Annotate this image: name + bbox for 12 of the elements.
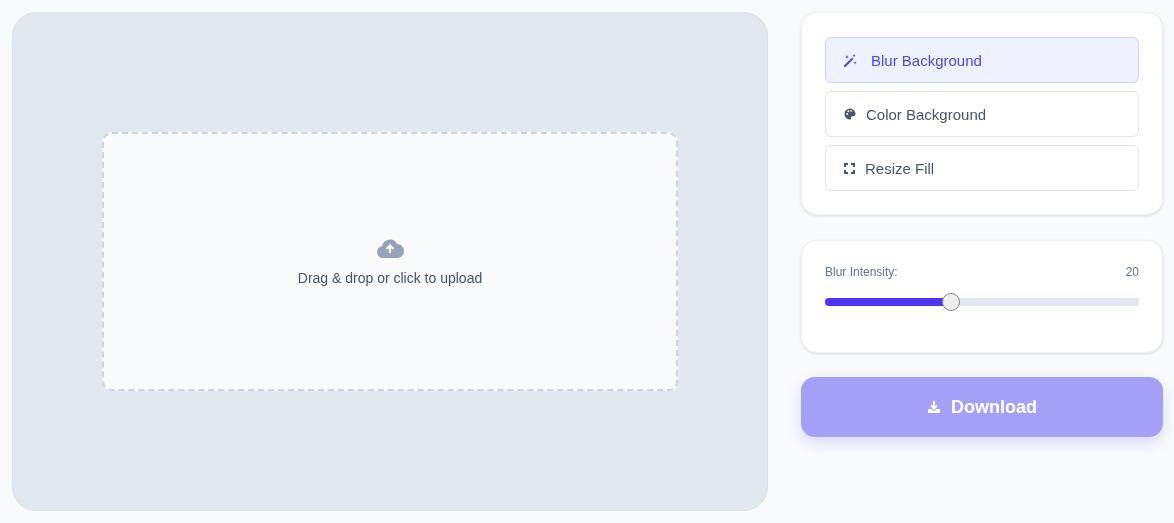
upload-dropzone[interactable]: Drag & drop or click to upload <box>102 131 678 391</box>
magic-wand-icon <box>844 53 857 67</box>
slider-thumb[interactable] <box>941 293 960 311</box>
palette-icon <box>844 108 856 120</box>
upload-prompt: Drag & drop or click to upload <box>297 269 483 286</box>
download-icon <box>927 400 941 414</box>
slider-label: Blur Intensity: <box>825 265 898 279</box>
slider-reading: 20 <box>1125 265 1139 279</box>
mode-option[interactable]: Color Background <box>825 91 1139 137</box>
mode-option[interactable]: Blur Background <box>825 37 1139 83</box>
expand-icon <box>844 162 855 174</box>
mode-option[interactable]: Resize Fill <box>825 145 1139 191</box>
